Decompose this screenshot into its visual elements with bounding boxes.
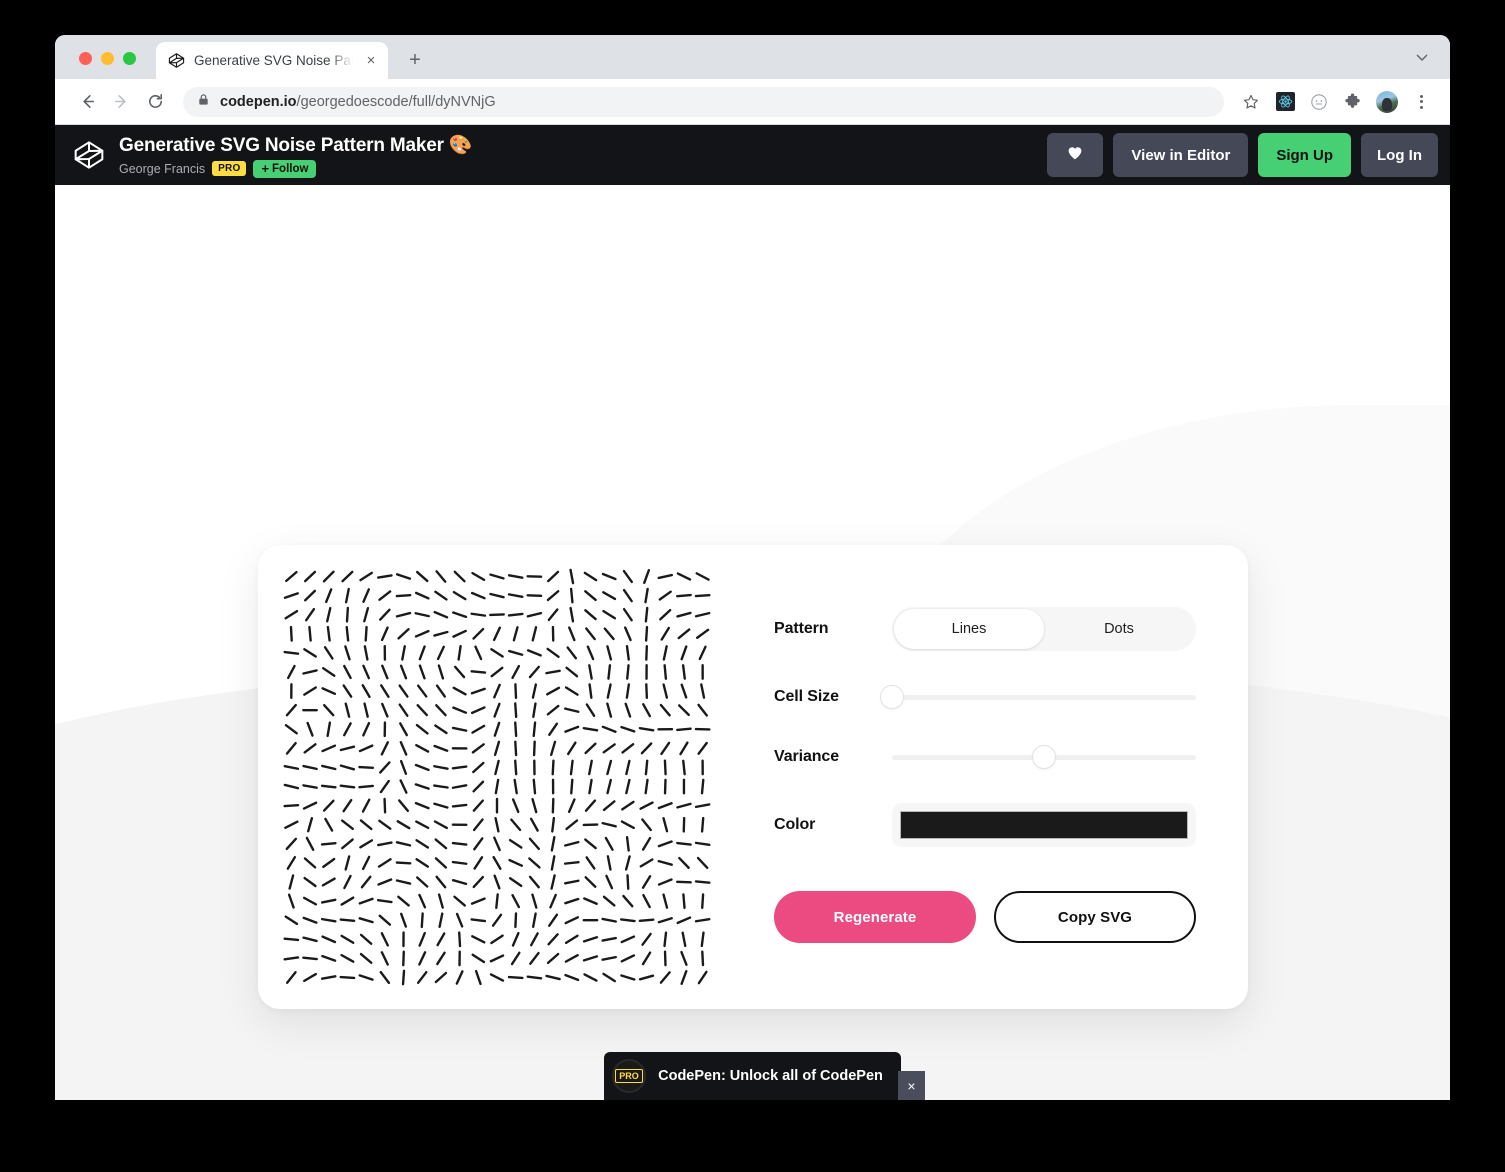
follow-button[interactable]: + Follow xyxy=(253,159,317,178)
pro-badge: PRO xyxy=(212,161,247,176)
toolbar-icon-group xyxy=(1236,87,1436,117)
variance-control-row: Variance xyxy=(774,743,1196,771)
color-picker-field[interactable] xyxy=(892,803,1196,847)
pen-author-name[interactable]: George Francis xyxy=(119,162,205,176)
variance-slider-thumb[interactable] xyxy=(1032,745,1056,769)
browser-window: Generative SVG Noise Pattern Maker × + c… xyxy=(55,35,1450,1100)
forward-button[interactable] xyxy=(105,86,137,118)
cell-size-label: Cell Size xyxy=(774,688,839,705)
like-button[interactable] xyxy=(1047,133,1104,177)
url-domain: codepen.io xyxy=(220,93,297,110)
react-devtools-icon[interactable] xyxy=(1270,87,1300,117)
circle-face-icon[interactable] xyxy=(1304,87,1334,117)
browser-tab-title: Generative SVG Noise Pattern Maker xyxy=(194,53,353,68)
lock-icon xyxy=(197,93,210,111)
controls-panel: Pattern Lines Dots Cell Size Variance Co… xyxy=(730,545,1254,1009)
ad-close-button[interactable]: × xyxy=(898,1071,925,1100)
variance-label: Variance xyxy=(774,748,840,765)
maximize-window-button[interactable] xyxy=(123,52,136,65)
chevron-down-icon[interactable] xyxy=(1414,49,1430,70)
new-tab-button[interactable]: + xyxy=(400,45,430,75)
chrome-menu-dots-icon[interactable] xyxy=(1406,87,1436,117)
page-content: Generative SVG Noise Pattern Maker 🎨 Geo… xyxy=(55,125,1450,1100)
copy-svg-button[interactable]: Copy SVG xyxy=(994,891,1196,943)
back-button[interactable] xyxy=(71,86,103,118)
cell-size-control-row: Cell Size xyxy=(774,683,1196,711)
pattern-preview-panel xyxy=(258,545,730,1009)
url-path: /georgedoescode/full/dyNVNjG xyxy=(296,93,496,110)
cell-size-slider-track xyxy=(892,694,1196,700)
pattern-maker-card: Pattern Lines Dots Cell Size Variance Co… xyxy=(258,545,1248,1009)
cell-size-slider[interactable] xyxy=(880,683,1196,711)
reload-button[interactable] xyxy=(139,86,171,118)
page-title: Generative SVG Noise Pattern Maker 🎨 xyxy=(119,134,473,156)
pattern-control-row: Pattern Lines Dots xyxy=(774,607,1196,651)
codepen-pro-ad-banner[interactable]: PRO CodePen: Unlock all of CodePen xyxy=(604,1052,901,1100)
generative-noise-pattern-svg[interactable] xyxy=(282,565,712,989)
action-button-row: Regenerate Copy SVG xyxy=(774,891,1196,943)
close-window-button[interactable] xyxy=(79,52,92,65)
color-label: Color xyxy=(774,816,816,833)
follow-button-label: Follow xyxy=(272,162,309,175)
address-bar[interactable]: codepen.io/georgedoescode/full/dyNVNjG xyxy=(183,86,1224,117)
plus-icon: + xyxy=(261,161,270,176)
header-actions: View in Editor Sign Up Log In xyxy=(1047,133,1438,177)
codepen-logo-icon[interactable] xyxy=(73,139,105,171)
pen-byline: George Francis PRO + Follow xyxy=(119,159,1033,178)
browser-tab[interactable]: Generative SVG Noise Pattern Maker × xyxy=(156,42,388,79)
sign-up-button[interactable]: Sign Up xyxy=(1258,133,1351,177)
ad-banner-text: CodePen: Unlock all of CodePen xyxy=(658,1068,883,1084)
cell-size-slider-thumb[interactable] xyxy=(880,685,904,709)
browser-toolbar: codepen.io/georgedoescode/full/dyNVNjG xyxy=(55,79,1450,125)
pen-metadata: Generative SVG Noise Pattern Maker 🎨 Geo… xyxy=(119,133,1033,178)
pattern-option-dots[interactable]: Dots xyxy=(1044,609,1194,649)
extensions-puzzle-icon[interactable] xyxy=(1338,87,1368,117)
heart-icon xyxy=(1066,144,1084,166)
profile-avatar-icon[interactable] xyxy=(1372,87,1402,117)
tab-close-icon[interactable]: × xyxy=(362,52,380,70)
codepen-pro-logo-icon: PRO xyxy=(612,1059,646,1093)
pattern-option-lines[interactable]: Lines xyxy=(894,609,1044,649)
codepen-site-header: Generative SVG Noise Pattern Maker 🎨 Geo… xyxy=(55,125,1450,185)
pen-app-canvas: Pattern Lines Dots Cell Size Variance Co… xyxy=(55,185,1450,1100)
bookmark-star-icon[interactable] xyxy=(1236,87,1266,117)
view-in-editor-button[interactable]: View in Editor xyxy=(1113,133,1249,177)
color-swatch[interactable] xyxy=(900,811,1188,839)
pattern-toggle-group: Lines Dots xyxy=(892,607,1196,651)
color-control-row: Color xyxy=(774,803,1196,847)
log-in-button[interactable]: Log In xyxy=(1361,133,1438,177)
ad-pro-badge-text: PRO xyxy=(615,1069,643,1083)
minimize-window-button[interactable] xyxy=(101,52,114,65)
regenerate-button[interactable]: Regenerate xyxy=(774,891,976,943)
address-bar-url: codepen.io/georgedoescode/full/dyNVNjG xyxy=(220,94,496,110)
variance-slider[interactable] xyxy=(892,743,1196,771)
browser-tab-strip: Generative SVG Noise Pattern Maker × + xyxy=(55,35,1450,79)
codepen-favicon-icon xyxy=(168,52,185,69)
window-traffic-lights xyxy=(79,52,136,65)
pattern-label: Pattern xyxy=(774,620,829,637)
